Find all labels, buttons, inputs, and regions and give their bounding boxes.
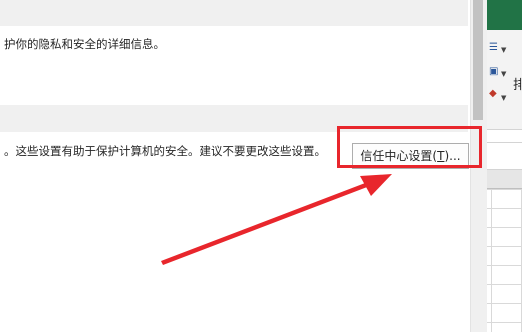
excel-title-bar [487,0,522,30]
chevron-down-icon[interactable]: ▼ [501,68,506,80]
highlight-annotation-box [337,126,482,168]
worksheet-grid[interactable] [487,189,522,332]
column-header-row [487,170,522,189]
trust-center-description: 。这些设置有助于保护计算机的安全。建议不要更改这些设置。 [4,144,326,158]
formula-bar[interactable] [487,142,522,170]
privacy-description: 护你的隐私和安全的详细信息。 [4,37,165,51]
excel-window-background: ☰ ▼ ▣ ▼ ◆ ▼ 排 [487,0,522,332]
chevron-down-icon[interactable]: ▼ [501,92,506,104]
dialog-scrollbar-thumb[interactable] [473,0,483,120]
chevron-down-icon[interactable]: ▼ [501,44,506,56]
eraser-icon[interactable]: ◆ [489,88,497,100]
format-icon[interactable]: ▣ [489,66,498,78]
privacy-section-header [0,0,468,26]
ribbon-sort-label[interactable]: 排 [513,74,522,93]
align-icon[interactable]: ☰ [489,42,498,54]
excel-ribbon: ☰ ▼ ▣ ▼ ◆ ▼ 排 [487,30,522,130]
